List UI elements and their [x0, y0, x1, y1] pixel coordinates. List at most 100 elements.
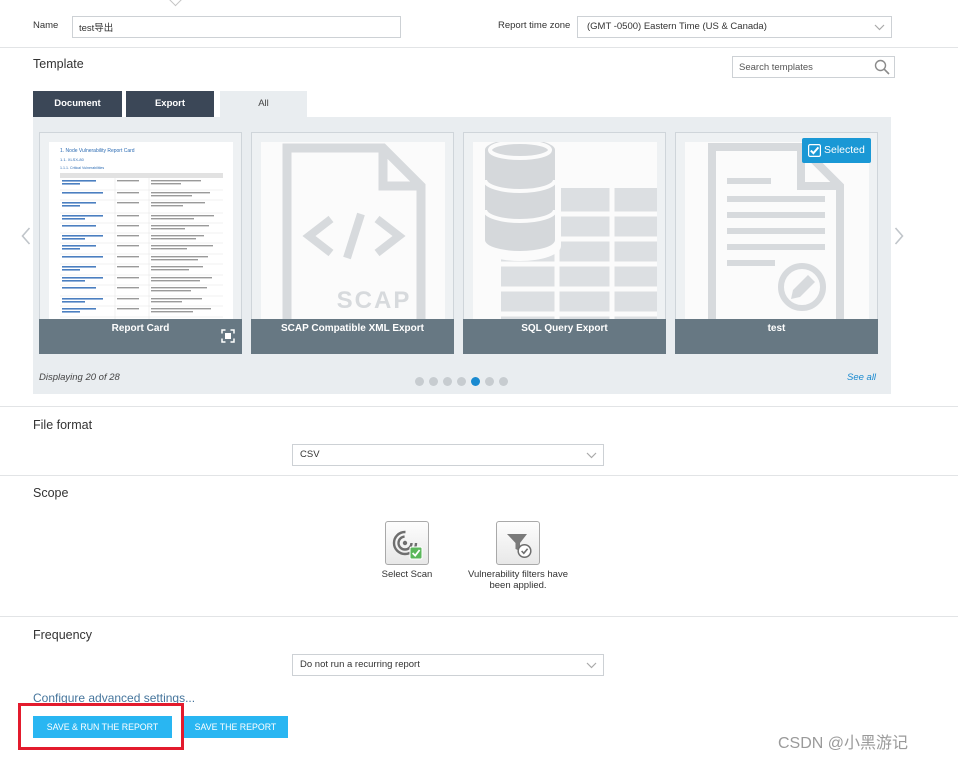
tab-export[interactable]: Export: [126, 91, 214, 117]
see-all-link[interactable]: See all: [847, 372, 876, 384]
report-name-input[interactable]: [72, 16, 401, 38]
pagination-dot-active[interactable]: [471, 377, 480, 386]
thumbnail-table-row: [60, 225, 223, 234]
pagination-dot[interactable]: [457, 377, 466, 386]
scap-icon-text: SCAP: [337, 287, 412, 314]
thumbnail-cell-text: [117, 308, 139, 310]
displaying-count: Displaying 20 of 28: [39, 372, 120, 383]
thumbnail-cell-text: [151, 266, 203, 268]
thumbnail-cell-text: [117, 245, 139, 247]
pagination-dot[interactable]: [415, 377, 424, 386]
thumbnail-cell-text: [151, 248, 187, 250]
tab-document[interactable]: Document: [33, 91, 122, 117]
checkmark-icon: [808, 144, 821, 157]
chevron-right-icon[interactable]: [894, 227, 904, 245]
thumbnail-cell-link: [62, 183, 80, 185]
thumbnail-table-row: [60, 308, 223, 318]
thumbnail-cell-text: [151, 311, 193, 313]
advanced-settings-link[interactable]: Configure advanced settings...: [33, 692, 195, 705]
watermark: CSDN @小黑游记: [778, 735, 909, 752]
thumbnail-cell-text: [117, 256, 139, 258]
thumbnail-cell-link: [62, 277, 103, 279]
template-card-test[interactable]: test Selected: [675, 132, 878, 354]
thumbnail-cell-text: [117, 192, 139, 194]
thumbnail-cell-text: [117, 298, 139, 300]
thumbnail-cell-link: [62, 180, 96, 182]
report-card-thumbnail: 1. Node Vulnerability Report Card 1.1. X…: [49, 142, 233, 319]
file-format-heading: File format: [33, 418, 93, 432]
thumbnail-table-row: [60, 256, 223, 265]
save-and-run-button[interactable]: SAVE & RUN THE REPORT: [33, 716, 172, 738]
thumbnail-cell-text: [117, 225, 139, 227]
thumbnail-cell-link: [62, 238, 85, 240]
tab-all[interactable]: All: [220, 91, 307, 117]
thumbnail-cell-text: [151, 238, 196, 240]
thumbnail-table-row: [60, 215, 223, 224]
thumbnail-cell-link: [62, 311, 80, 313]
file-format-select[interactable]: CSV: [292, 444, 604, 466]
thumbnail-cell-text: [151, 287, 207, 289]
chevron-down-icon: [586, 452, 597, 459]
thumbnail-section: 1.1. XLSX-80: [60, 157, 85, 162]
thumbnail-cell-text: [151, 195, 192, 197]
thumbnail-cell-link: [62, 225, 96, 227]
thumbnail-cell-text: [151, 308, 211, 310]
expand-icon[interactable]: [221, 329, 235, 343]
thumbnail-table-row: [60, 287, 223, 297]
thumbnail-cell-text: [151, 235, 204, 237]
thumbnail-cell-text: [151, 245, 213, 247]
thumbnail-cell-text: [117, 202, 139, 204]
thumbnail-cell-text: [151, 180, 201, 182]
thumbnail-cell-text: [151, 269, 189, 271]
frequency-select[interactable]: Do not run a recurring report: [292, 654, 604, 676]
section-divider: [0, 616, 958, 617]
thumbnail-cell-text: [117, 266, 139, 268]
template-card-report-card[interactable]: 1. Node Vulnerability Report Card 1.1. X…: [39, 132, 242, 354]
thumbnail-table: [60, 173, 223, 319]
select-scan-label: Select Scan: [381, 569, 433, 580]
card-title: SCAP Compatible XML Export: [251, 319, 454, 354]
thumbnail-cell-link: [62, 192, 103, 194]
scope-heading: Scope: [33, 486, 69, 500]
thumbnail-table-row: [60, 192, 223, 201]
search-input[interactable]: [732, 56, 895, 78]
chevron-left-icon[interactable]: [21, 227, 31, 245]
pagination-dot[interactable]: [443, 377, 452, 386]
thumbnail-cell-text: [151, 218, 194, 220]
card-title: test: [675, 319, 878, 354]
timezone-value: (GMT -0500) Eastern Time (US & Canada): [587, 21, 767, 32]
thumbnail-cell-text: [117, 277, 139, 279]
section-divider: [0, 47, 958, 48]
scan-radar-icon: [392, 530, 423, 560]
thumbnail-table-header: [60, 173, 223, 178]
thumbnail-cell-text: [151, 280, 200, 282]
timezone-select[interactable]: (GMT -0500) Eastern Time (US & Canada): [577, 16, 892, 38]
pagination-dot[interactable]: [499, 377, 508, 386]
thumbnail-table-row: [60, 245, 223, 255]
thumbnail-subsection: 1.1.1. Critical Vulnerabilities: [60, 166, 104, 170]
thumbnail-cell-text: [151, 228, 185, 230]
thumbnail-cell-link: [62, 298, 103, 300]
pagination-dot[interactable]: [485, 377, 494, 386]
select-scan-button[interactable]: [385, 521, 429, 565]
thumbnail-cell-link: [62, 280, 85, 282]
thumbnail-cell-link: [62, 235, 103, 237]
thumbnail-cell-link: [62, 269, 80, 271]
thumbnail-table-row: [60, 180, 223, 191]
search-icon[interactable]: [874, 59, 890, 75]
popover-pointer: [167, 0, 184, 7]
thumbnail-table-row: [60, 277, 223, 286]
pagination-dot[interactable]: [429, 377, 438, 386]
thumbnail-title: 1. Node Vulnerability Report Card: [60, 148, 135, 154]
thumbnail-cell-link: [62, 202, 96, 204]
thumbnail-table-row: [60, 202, 223, 214]
vulnerability-filters-button[interactable]: [496, 521, 540, 565]
thumbnail-cell-text: [117, 235, 139, 237]
save-button[interactable]: SAVE THE REPORT: [183, 716, 288, 738]
document-edit-icon: [685, 142, 869, 319]
template-card-scap-export[interactable]: SCAP SCAP Compatible XML Export: [251, 132, 454, 354]
template-card-sql-export[interactable]: SQL Query Export: [463, 132, 666, 354]
thumbnail-cell-text: [151, 202, 205, 204]
thumbnail-cell-link: [62, 308, 96, 310]
thumbnail-cell-link: [62, 301, 85, 303]
